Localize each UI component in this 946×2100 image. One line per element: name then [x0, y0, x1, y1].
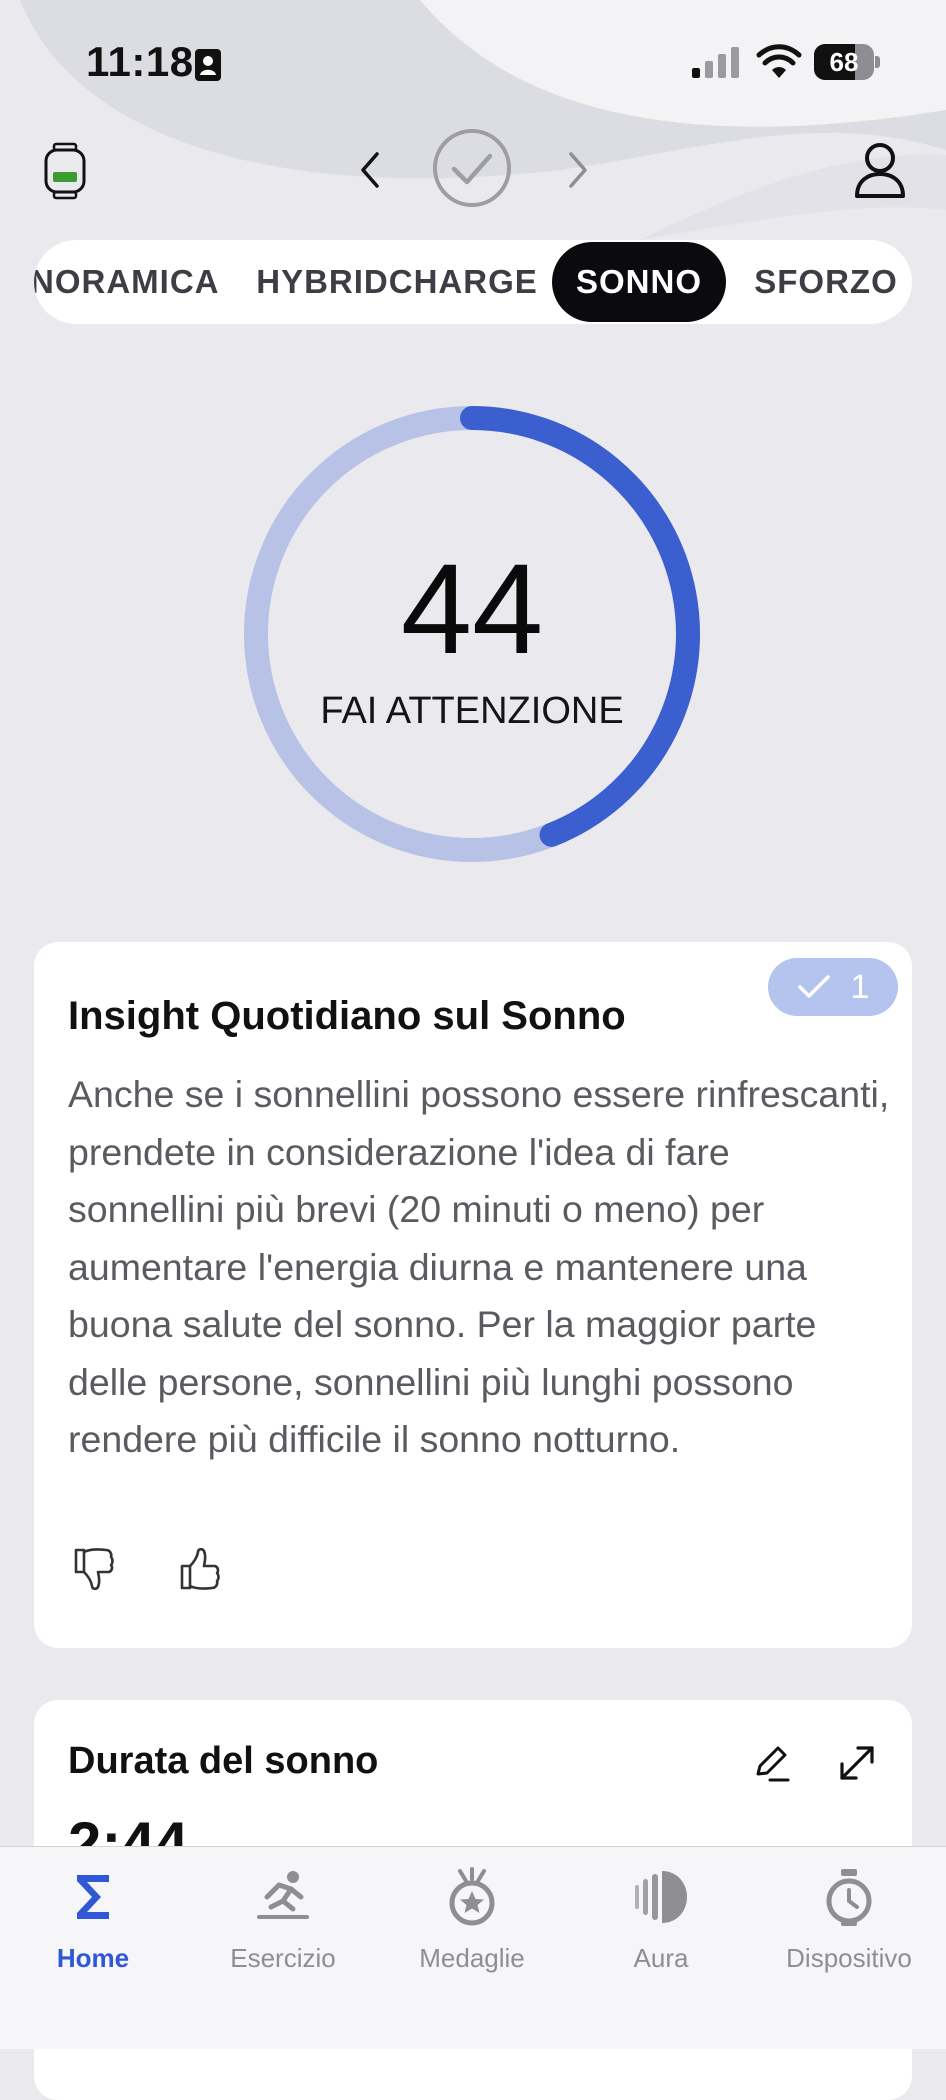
check-circle-icon[interactable]: [432, 128, 512, 208]
cellular-signal-icon: [692, 47, 739, 78]
insight-title: Insight Quotidiano sul Sonno: [68, 994, 626, 1038]
next-day-button[interactable]: [558, 144, 598, 196]
status-time: 11:18: [86, 38, 194, 85]
stopwatch-icon: [826, 1869, 872, 1926]
sleep-score-label: FAI ATTENZIONE: [320, 690, 624, 732]
battery-indicator: 68: [814, 44, 880, 80]
expand-icon[interactable]: [836, 1742, 878, 1784]
thumbs-up-icon[interactable]: [178, 1546, 222, 1592]
wifi-icon: [756, 44, 802, 78]
nav-esercizio-label: Esercizio: [230, 1943, 336, 1973]
sleep-score-value: 44: [400, 538, 544, 681]
runner-icon: [257, 1871, 309, 1919]
chevron-right-icon: [569, 152, 587, 188]
status-bar: 11:18 68: [0, 0, 946, 120]
id-card-icon: [195, 49, 221, 81]
nav-home[interactable]: Home: [3, 1847, 183, 2007]
bottom-navigation: Home Esercizio Medaglie Aura Dispositivo: [0, 1846, 946, 2049]
thumbs-down-icon[interactable]: [72, 1546, 116, 1592]
aura-icon: [635, 1871, 687, 1923]
tab-sforzo[interactable]: SFORZO: [742, 240, 910, 324]
nav-esercizio[interactable]: Esercizio: [193, 1847, 373, 2007]
medal-icon: [449, 1867, 495, 1926]
edit-icon[interactable]: [750, 1742, 792, 1784]
tab-panoramica[interactable]: NORAMICA: [34, 240, 218, 324]
insight-read-badge[interactable]: 1: [768, 958, 898, 1016]
battery-percentage: 68: [829, 47, 859, 77]
daily-insight-card: Insight Quotidiano sul Sonno 1 Anche se …: [34, 942, 912, 1648]
nav-aura-label: Aura: [633, 1943, 689, 1973]
nav-medaglie[interactable]: Medaglie: [382, 1847, 562, 2007]
chevron-left-icon: [361, 152, 379, 188]
nav-dispositivo-label: Dispositivo: [786, 1943, 912, 1973]
profile-icon[interactable]: [852, 140, 908, 200]
insight-badge-count: 1: [850, 967, 870, 1006]
nav-aura[interactable]: Aura: [571, 1847, 751, 2007]
nav-medaglie-label: Medaglie: [419, 1943, 525, 1973]
watch-icon[interactable]: [40, 142, 90, 200]
tab-hybridcharge[interactable]: HYBRIDCHARGE: [256, 240, 538, 324]
insight-body: Anche se i sonnellini possono essere rin…: [68, 1073, 890, 1460]
tab-bar: NORAMICA HYBRIDCHARGE SONNO SFORZO: [34, 240, 912, 324]
header: [0, 120, 946, 220]
nav-dispositivo[interactable]: Dispositivo: [759, 1847, 939, 2007]
tab-sonno[interactable]: SONNO: [552, 242, 726, 322]
sleep-duration-title: Durata del sonno: [68, 1740, 379, 1782]
previous-day-button[interactable]: [350, 144, 390, 196]
sigma-icon: [77, 1875, 109, 1919]
check-icon: [797, 975, 830, 998]
nav-home-label: Home: [56, 1943, 130, 1973]
